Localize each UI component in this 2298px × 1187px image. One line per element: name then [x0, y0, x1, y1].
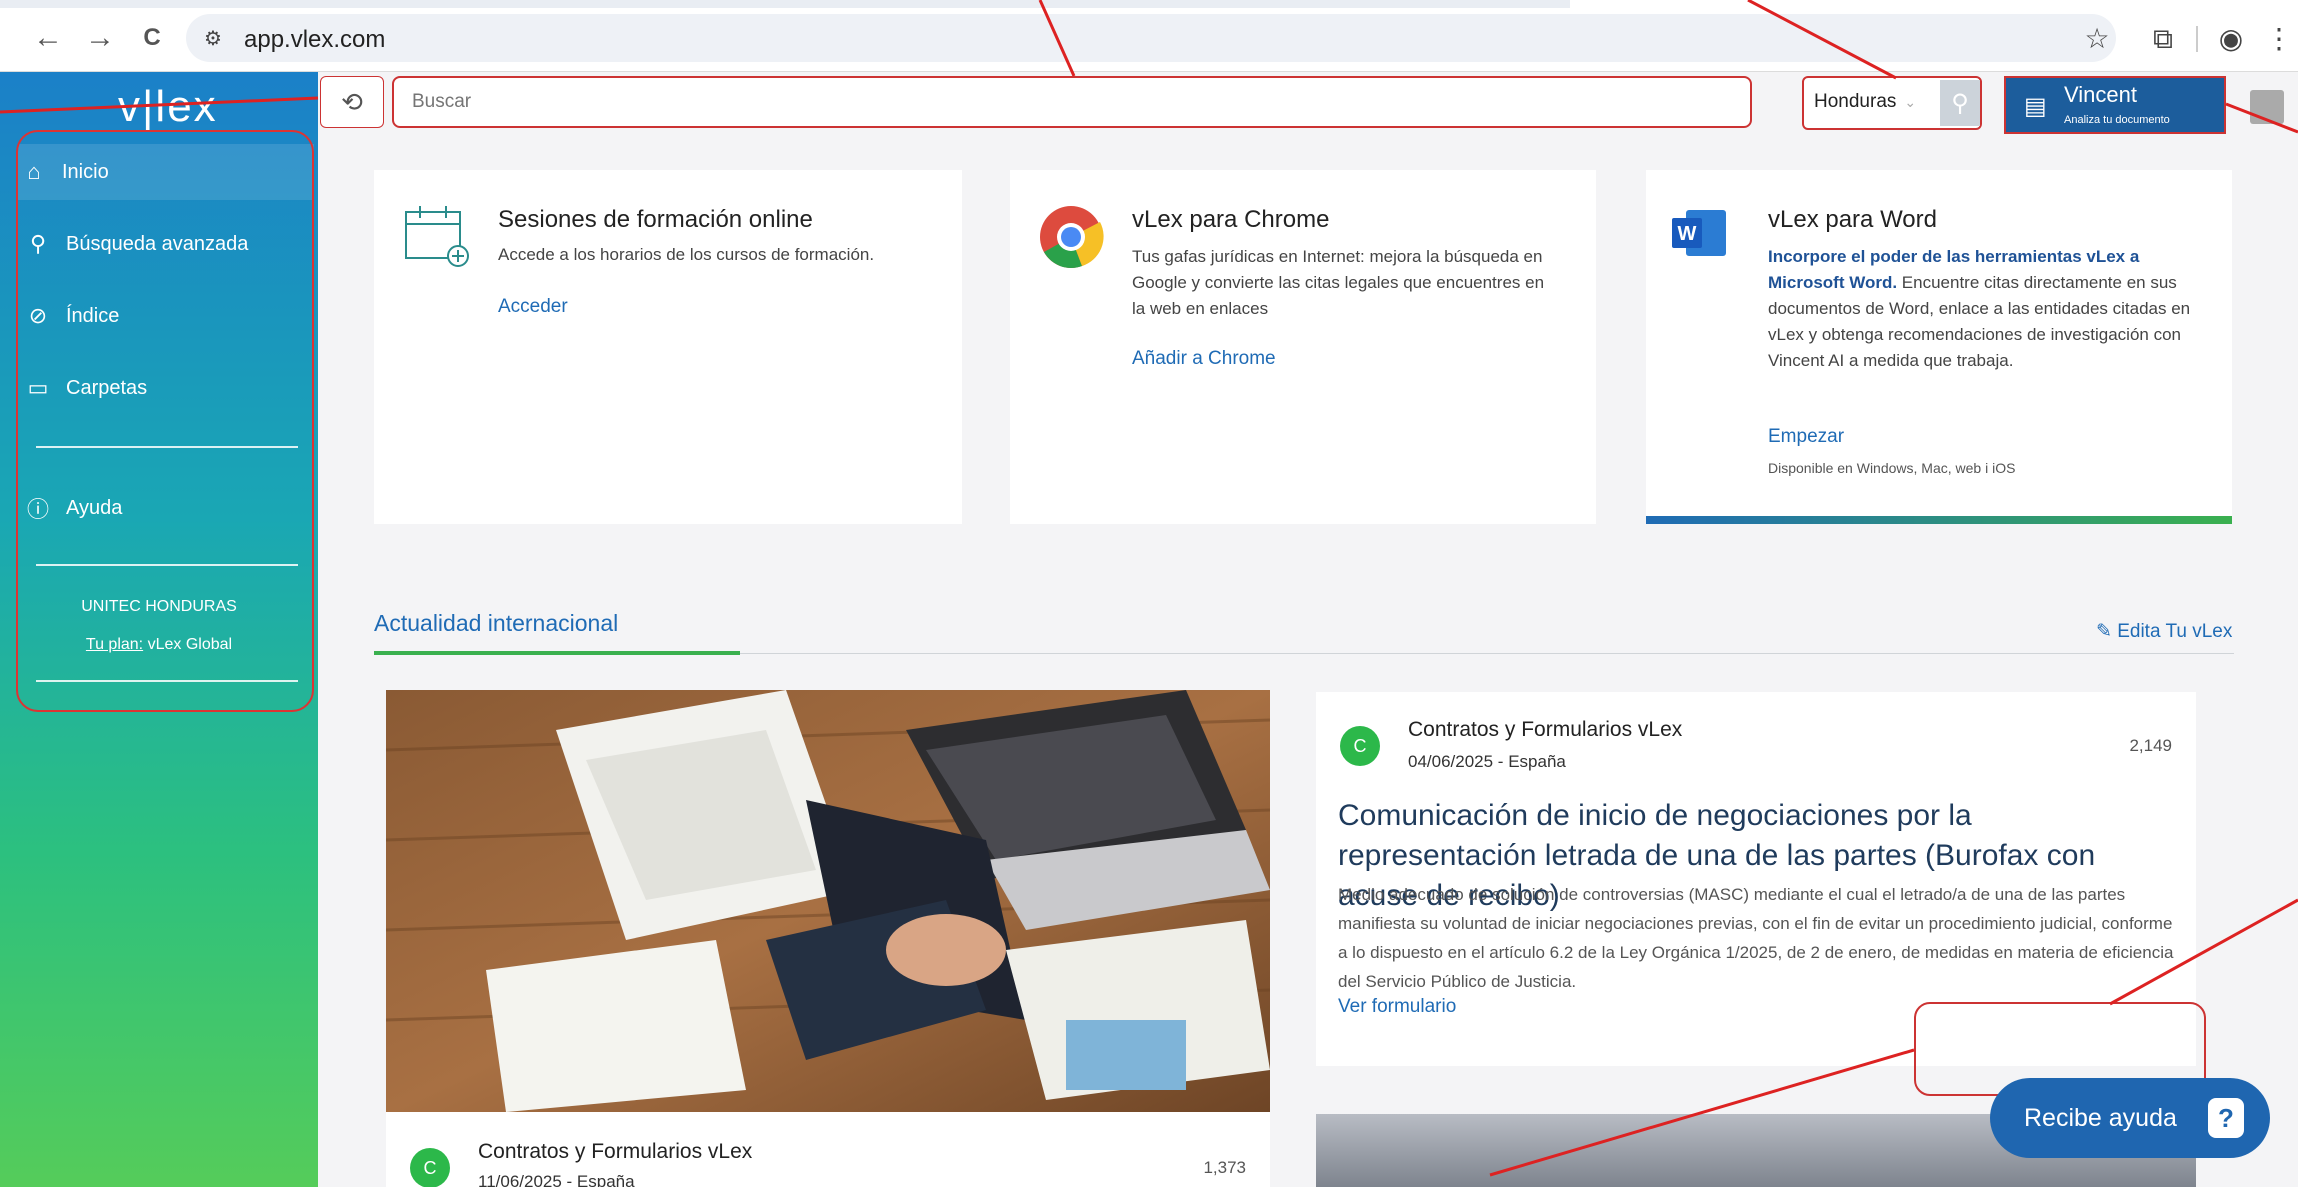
- chrome-logo-icon: [1040, 206, 1104, 268]
- card-text: Incorpore el poder de las herramientas v…: [1768, 244, 2198, 374]
- reload-button[interactable]: C: [134, 20, 170, 56]
- source-badge: C: [1340, 726, 1380, 766]
- handshake-photo: [386, 690, 1270, 1112]
- country-selector[interactable]: Honduras ⌄: [1808, 82, 1916, 122]
- card-text: Accede a los horarios de los cursos de f…: [498, 245, 875, 264]
- extensions-icon[interactable]: ⧉: [2146, 22, 2180, 56]
- annotation-sidebar-outline: [16, 130, 314, 712]
- view-count: 1,373: [1203, 1158, 1246, 1177]
- news-summary: Medio adecuado de solución de controvers…: [1338, 885, 2174, 991]
- address-bar[interactable]: [186, 14, 2116, 62]
- country-value: Honduras: [1814, 91, 1897, 112]
- history-icon: ⟲: [341, 86, 363, 117]
- history-button[interactable]: ⟲: [320, 76, 384, 128]
- forward-button[interactable]: →: [82, 20, 118, 56]
- search-icon: ⚲: [1951, 89, 1969, 117]
- help-label: Recibe ayuda: [2024, 1103, 2177, 1132]
- bookmark-star-icon[interactable]: ☆: [2080, 22, 2114, 56]
- edit-vlex-link[interactable]: ✎ Edita Tu vLex: [2096, 620, 2232, 643]
- toolbar-separator: [2196, 26, 2198, 52]
- search-button[interactable]: ⚲: [1940, 80, 1980, 126]
- add-to-chrome-link[interactable]: Añadir a Chrome: [1132, 348, 1276, 370]
- section-title[interactable]: Actualidad internacional: [374, 610, 618, 637]
- word-card: W vLex para Word Incorpore el poder de l…: [1646, 170, 2232, 524]
- vlex-logo[interactable]: v|lex: [118, 82, 218, 132]
- news-date: 04/06/2025 - España: [1408, 752, 1566, 771]
- vincent-subtitle: Analiza tu documento: [2064, 114, 2170, 126]
- word-logo-icon: W: [1672, 210, 1726, 256]
- search-input[interactable]: [392, 76, 1752, 128]
- pencil-icon: ✎: [2096, 621, 2112, 642]
- address-text[interactable]: app.vlex.com: [244, 26, 385, 54]
- platforms-note: Disponible en Windows, Mac, web i iOS: [1768, 460, 2016, 476]
- card-title: vLex para Chrome: [1132, 206, 1330, 233]
- chrome-card: vLex para Chrome Tus gafas jurídicas en …: [1010, 170, 1596, 524]
- view-count: 2,149: [2129, 736, 2172, 755]
- calendar-icon: [405, 206, 469, 267]
- card-title: Sesiones de formación online: [498, 206, 813, 233]
- question-icon: ?: [2208, 1098, 2244, 1138]
- clipboard-icon: ▤: [2024, 93, 2047, 120]
- vincent-name: Vincent: [2064, 82, 2137, 107]
- help-button[interactable]: Recibe ayuda ?: [1990, 1078, 2270, 1158]
- section-accent: [374, 651, 740, 655]
- empezar-link[interactable]: Empezar: [1768, 426, 1844, 448]
- chevron-down-icon: ⌄: [1904, 93, 1917, 110]
- news-source[interactable]: Contratos y Formularios vLex: [478, 1140, 752, 1164]
- news-image[interactable]: [386, 690, 1270, 1112]
- edit-label: Edita Tu vLex: [2117, 621, 2233, 642]
- acceder-link[interactable]: Acceder: [498, 296, 568, 318]
- card-title: vLex para Word: [1768, 206, 1937, 233]
- ver-formulario-link[interactable]: Ver formulario: [1338, 996, 1456, 1018]
- tab-strip-edge: [0, 0, 1570, 8]
- svg-text:W: W: [1678, 223, 1697, 245]
- news-source[interactable]: Contratos y Formularios vLex: [1408, 718, 1682, 742]
- vincent-button[interactable]: ▤ Vincent Analiza tu documento: [2004, 76, 2226, 134]
- menu-icon[interactable]: ⋮: [2262, 22, 2296, 56]
- news-card[interactable]: C Contratos y Formularios vLex 11/06/202…: [386, 1112, 1270, 1187]
- back-button[interactable]: ←: [30, 20, 66, 56]
- news-date: 11/06/2025 - España: [478, 1172, 635, 1187]
- card-text: Tus gafas jurídicas en Internet: mejora …: [1132, 247, 1545, 318]
- site-settings-icon[interactable]: ⚙: [200, 26, 226, 50]
- user-avatar[interactable]: [2250, 90, 2284, 124]
- training-card: Sesiones de formación online Accede a lo…: [374, 170, 962, 524]
- source-badge: C: [410, 1148, 450, 1187]
- profile-icon[interactable]: ◉: [2214, 22, 2248, 56]
- card-accent-bar: [1646, 516, 2232, 524]
